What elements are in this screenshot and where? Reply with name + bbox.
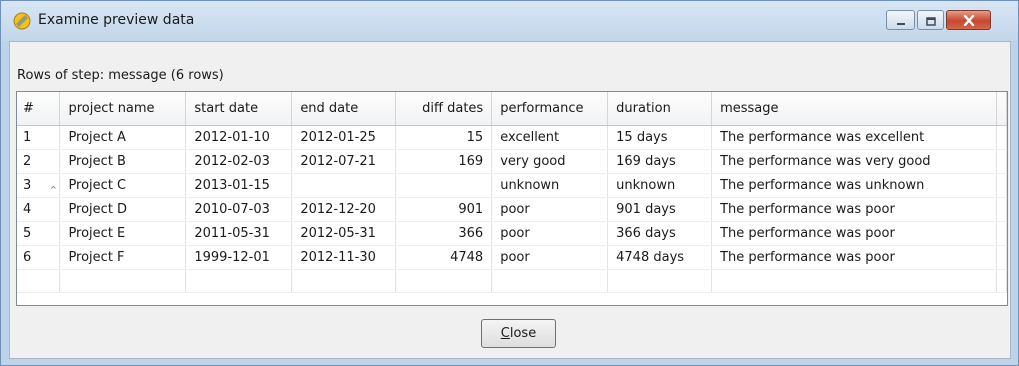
table-cell[interactable]: [395, 173, 493, 198]
close-icon: [963, 11, 975, 30]
empty-cell: [491, 269, 609, 293]
preview-table[interactable]: # ^ project name start date end date diff…: [16, 91, 1008, 306]
table-row[interactable]: 6 Project F 1999-12-01 2012-11-30 4748 p…: [17, 245, 1007, 270]
dialog-window: Examine preview data Rows of step: messa…: [0, 0, 1019, 366]
empty-cell: [17, 269, 61, 293]
table-cell[interactable]: 15: [395, 125, 493, 150]
table-cell[interactable]: Project D: [59, 197, 187, 222]
close-button[interactable]: Close: [481, 319, 556, 348]
table-cell[interactable]: 1999-12-01: [185, 245, 293, 270]
table-cell[interactable]: 2012-01-25: [291, 125, 397, 150]
table-cell[interactable]: 2013-01-15: [185, 173, 293, 198]
table-cell[interactable]: 2011-05-31: [185, 221, 293, 246]
table-cell[interactable]: 15 days: [607, 125, 713, 150]
column-header[interactable]: # ^: [17, 92, 61, 194]
close-button-label: lose: [509, 326, 537, 341]
table-cell[interactable]: excellent: [491, 125, 609, 150]
table-cell[interactable]: 2012-02-03: [185, 149, 293, 174]
empty-cell: [185, 269, 293, 293]
table-cell-filler: [996, 173, 1007, 198]
table-cell[interactable]: 1: [17, 125, 61, 150]
table-row[interactable]: 5 Project E 2011-05-31 2012-05-31 366 po…: [17, 221, 1007, 246]
table-cell-filler: [996, 125, 1007, 150]
table-cell[interactable]: 169: [395, 149, 493, 174]
maximize-icon: [925, 11, 936, 30]
app-icon: [13, 12, 31, 30]
table-cell[interactable]: [291, 173, 397, 198]
table-cell[interactable]: 2: [17, 149, 61, 174]
table-cell[interactable]: 901 days: [607, 197, 713, 222]
table-cell[interactable]: unknown: [491, 173, 609, 198]
table-cell[interactable]: The performance was poor: [711, 197, 997, 222]
table-cell[interactable]: 6: [17, 245, 61, 270]
rows-summary: Rows of step: message (6 rows): [17, 68, 224, 83]
table-cell[interactable]: very good: [491, 149, 609, 174]
table-cell[interactable]: Project B: [59, 149, 187, 174]
column-header[interactable]: duration: [607, 92, 713, 126]
table-cell[interactable]: Project C: [59, 173, 187, 198]
table-cell[interactable]: 2012-05-31: [291, 221, 397, 246]
table-cell[interactable]: poor: [491, 197, 609, 222]
empty-cell: [395, 269, 493, 293]
column-header[interactable]: project name: [59, 92, 187, 126]
table-cell[interactable]: 5: [17, 221, 61, 246]
table-cell-filler: [996, 149, 1007, 174]
column-header[interactable]: message: [711, 92, 997, 126]
column-header[interactable]: diff dates: [395, 92, 493, 126]
table-cell[interactable]: 366: [395, 221, 493, 246]
window-title: Examine preview data: [38, 12, 195, 28]
column-header[interactable]: performance: [491, 92, 609, 126]
table-row[interactable]: 1 Project A 2012-01-10 2012-01-25 15 exc…: [17, 125, 1007, 150]
table-cell[interactable]: poor: [491, 245, 609, 270]
table-cell[interactable]: 2012-01-10: [185, 125, 293, 150]
table-cell[interactable]: 2012-07-21: [291, 149, 397, 174]
table-cell[interactable]: 4: [17, 197, 61, 222]
table-cell-filler: [996, 221, 1007, 246]
table-cell[interactable]: 4748 days: [607, 245, 713, 270]
minimize-button[interactable]: [886, 10, 915, 30]
empty-cell: [996, 269, 1007, 293]
table-cell[interactable]: 4748: [395, 245, 493, 270]
table-cell[interactable]: poor: [491, 221, 609, 246]
table-cell[interactable]: 2012-11-30: [291, 245, 397, 270]
window-close-button[interactable]: [946, 10, 991, 30]
column-header-filler: [996, 92, 1007, 126]
empty-cell: [59, 269, 187, 293]
maximize-button[interactable]: [917, 10, 944, 30]
table-cell[interactable]: Project F: [59, 245, 187, 270]
table-cell[interactable]: Project A: [59, 125, 187, 150]
table-cell[interactable]: 2012-12-20: [291, 197, 397, 222]
table-cell[interactable]: The performance was very good: [711, 149, 997, 174]
table-cell[interactable]: The performance was poor: [711, 245, 997, 270]
table-cell[interactable]: The performance was unknown: [711, 173, 997, 198]
table-cell-filler: [996, 245, 1007, 270]
table-cell[interactable]: The performance was poor: [711, 221, 997, 246]
column-header[interactable]: end date: [291, 92, 397, 126]
empty-table-row: [17, 269, 1007, 293]
table-cell[interactable]: unknown: [607, 173, 713, 198]
table-cell-filler: [996, 197, 1007, 222]
table-cell[interactable]: Project E: [59, 221, 187, 246]
table-cell[interactable]: 901: [395, 197, 493, 222]
table-cell[interactable]: The performance was excellent: [711, 125, 997, 150]
table-row[interactable]: 4 Project D 2010-07-03 2012-12-20 901 po…: [17, 197, 1007, 222]
table-row[interactable]: 2 Project B 2012-02-03 2012-07-21 169 ve…: [17, 149, 1007, 174]
table-row[interactable]: 3 Project C 2013-01-15 unknown unknown T…: [17, 173, 1007, 198]
minimize-icon: [896, 11, 906, 30]
table-cell[interactable]: 366 days: [607, 221, 713, 246]
table-cell[interactable]: 169 days: [607, 149, 713, 174]
close-button-mnemonic: C: [500, 326, 510, 341]
table-header-row: # ^ project name start date end date diff…: [17, 92, 1007, 194]
column-header[interactable]: start date: [185, 92, 293, 126]
empty-cell: [291, 269, 397, 293]
empty-cell: [711, 269, 997, 293]
title-bar[interactable]: Examine preview data: [1, 1, 1018, 41]
empty-cell: [607, 269, 713, 293]
table-cell[interactable]: 2010-07-03: [185, 197, 293, 222]
